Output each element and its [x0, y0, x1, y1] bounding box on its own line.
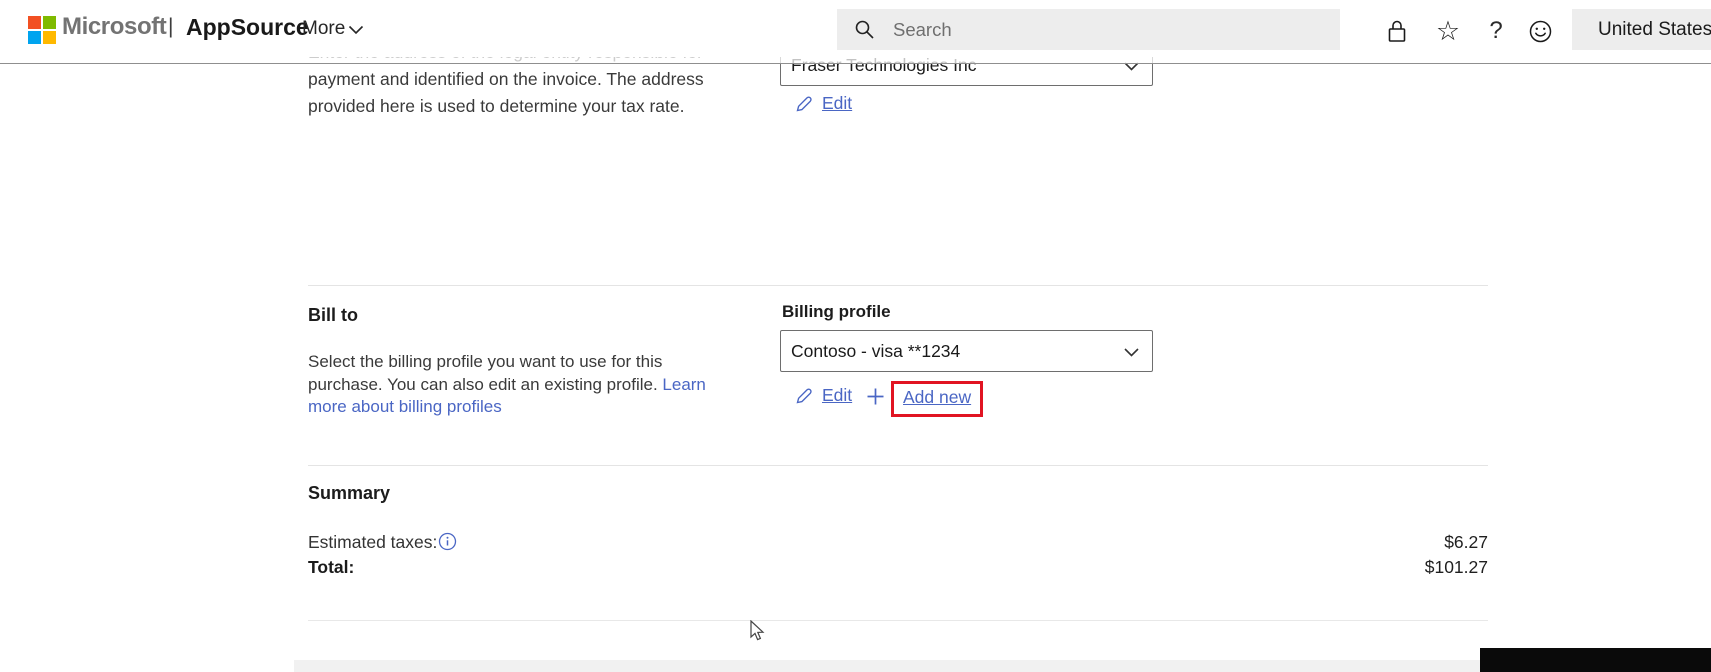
billing-profile-dropdown-value: Contoso - visa **1234 [791, 340, 961, 361]
next-section-strip [294, 660, 1490, 672]
lock-button[interactable] [1383, 17, 1411, 45]
plus-icon [867, 388, 884, 405]
appsource-checkout-page: Enter the address of the legal entity re… [0, 0, 1711, 672]
feedback-button[interactable] [1526, 17, 1554, 45]
microsoft-logo-icon[interactable] [28, 16, 56, 44]
logo-square-red [28, 16, 41, 29]
brand-separator: | [168, 15, 174, 38]
chevron-down-icon [348, 25, 364, 35]
chevron-down-icon [1124, 348, 1139, 357]
info-icon[interactable] [438, 532, 457, 551]
search-input[interactable] [891, 17, 1315, 42]
section-divider [308, 285, 1488, 286]
estimated-taxes-label: Estimated taxes: [308, 532, 438, 552]
more-menu[interactable]: More [302, 18, 345, 40]
mouse-cursor [750, 620, 765, 641]
question-mark-icon: ? [1489, 17, 1503, 44]
top-navbar: Microsoft | AppSource More ☆ ? [0, 0, 1711, 57]
billing-profile-dropdown[interactable]: Contoso - visa **1234 [780, 330, 1153, 372]
total-label: Total: [308, 557, 355, 577]
microsoft-wordmark[interactable]: Microsoft [62, 13, 167, 41]
appsource-wordmark[interactable]: AppSource [186, 14, 309, 41]
lock-icon [1388, 20, 1406, 42]
bill-to-description-line2: purchase. You can also edit an existing … [308, 374, 706, 397]
billing-profile-label: Billing profile [782, 302, 891, 321]
bill-to-description-line3: more about billing profiles [308, 396, 706, 419]
total-value: $101.27 [1424, 557, 1488, 577]
estimated-taxes-value: $6.27 [1444, 532, 1488, 552]
region-selector[interactable]: United States [1572, 9, 1711, 50]
logo-square-green [43, 16, 56, 29]
search-icon [855, 20, 874, 39]
billing-profile-edit-link[interactable]: Edit [822, 385, 852, 406]
logo-square-blue [28, 31, 41, 44]
favorites-button[interactable]: ☆ [1434, 17, 1462, 45]
add-new-annotation-box: Add new [891, 381, 984, 417]
bottom-divider [308, 620, 1488, 621]
search-bar [837, 9, 1340, 50]
sold-to-edit-row: Edit [795, 93, 852, 114]
section-divider [308, 465, 1488, 466]
bill-to-title: Bill to [308, 305, 358, 325]
help-button[interactable]: ? [1482, 17, 1510, 45]
pencil-icon [796, 388, 812, 404]
bill-to-description-line1: Select the billing profile you want to u… [308, 352, 663, 371]
bill-to-description: Select the billing profile you want to u… [308, 351, 706, 419]
sold-to-description-line2: payment and identified on the invoice. T… [308, 69, 704, 89]
star-icon: ☆ [1435, 15, 1461, 46]
learn-more-link-line2[interactable]: more about billing profiles [308, 397, 502, 416]
billing-profile-edit-row: Edit [795, 385, 852, 406]
learn-more-link[interactable]: Learn [662, 375, 705, 394]
logo-square-yellow [43, 31, 56, 44]
summary-title: Summary [308, 483, 391, 503]
add-new-link[interactable]: Add new [903, 387, 971, 407]
bill-to-description-line2-text: purchase. You can also edit an existing … [308, 374, 663, 394]
header-shadow [0, 57, 1711, 64]
pencil-icon [796, 96, 812, 112]
screenshot-edge-bar [1480, 648, 1711, 672]
sold-to-description-line3: provided here is used to determine your … [308, 96, 685, 116]
smiley-icon [1529, 20, 1551, 42]
sold-to-edit-link[interactable]: Edit [822, 93, 852, 114]
region-label: United States [1598, 18, 1711, 40]
